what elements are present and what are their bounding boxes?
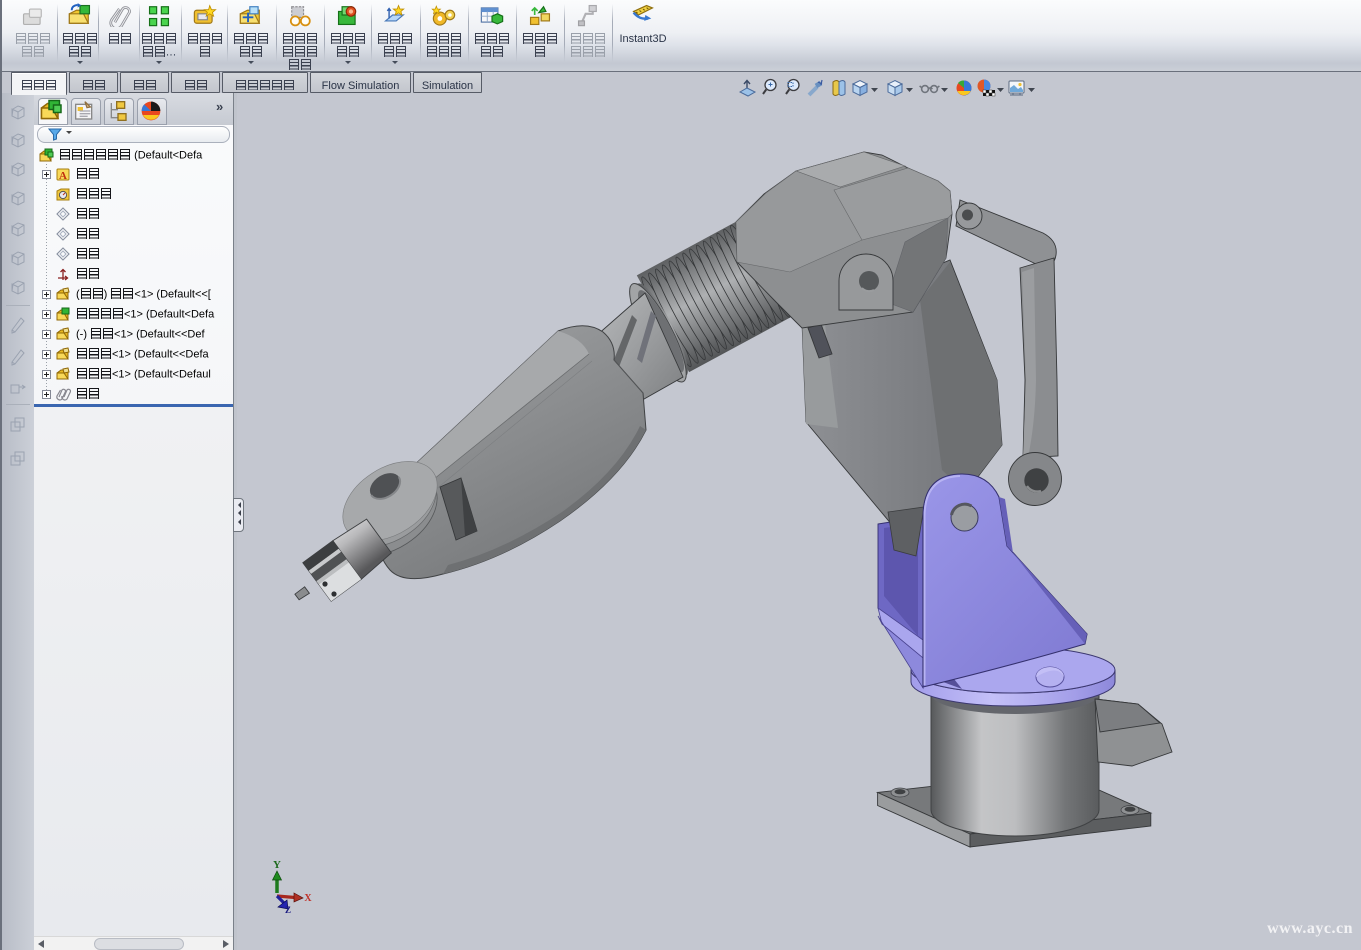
- svg-text:Y: Y: [273, 859, 281, 871]
- svg-text:www.ayc.cn: www.ayc.cn: [1267, 920, 1353, 937]
- svg-text:Z: Z: [285, 905, 291, 915]
- svg-text:X: X: [304, 893, 312, 904]
- svg-text:A: A: [59, 170, 67, 182]
